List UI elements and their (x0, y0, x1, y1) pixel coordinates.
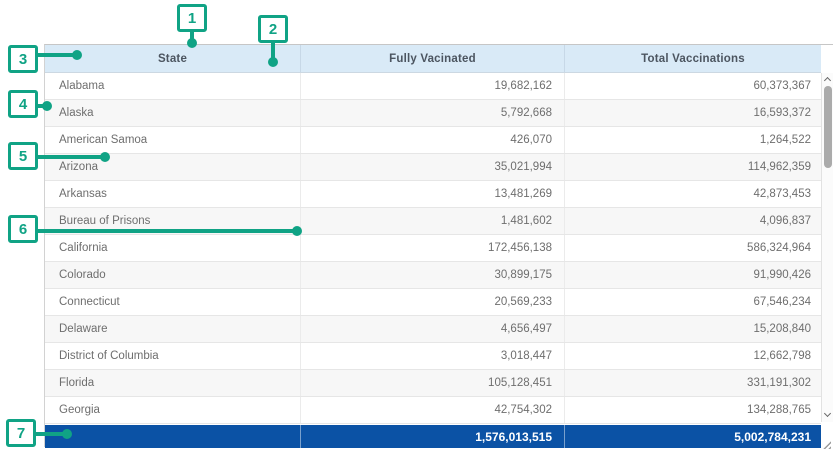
scrollbar-thumb[interactable] (824, 86, 832, 168)
total-vaccinations-cell: 4,096,837 (564, 208, 821, 234)
state-cell: District of Columbia (45, 343, 300, 369)
callout-7-dot (62, 429, 72, 439)
total-vaccinations-cell: 12,662,798 (564, 343, 821, 369)
state-cell: Alabama (45, 73, 300, 99)
callout-4-dot (42, 101, 52, 111)
table-row[interactable]: Connecticut 20,569,233 67,546,234 (45, 289, 821, 316)
column-header-fully-vacinated[interactable]: Fully Vacinated (300, 45, 564, 72)
callout-1: 1 (177, 4, 207, 32)
table-header-row: State Fully Vacinated Total Vaccinations (45, 45, 821, 73)
table-row[interactable]: Alabama 19,682,162 60,373,367 (45, 73, 821, 100)
state-cell: Florida (45, 370, 300, 396)
summary-totals-row: 1,576,013,515 5,002,784,231 (45, 425, 821, 448)
fully-vacinated-cell: 13,481,269 (300, 181, 564, 207)
total-vaccinations-cell: 42,873,453 (564, 181, 821, 207)
fully-vacinated-cell: 172,456,138 (300, 235, 564, 261)
callout-6-dot (292, 226, 302, 236)
table-row[interactable]: Alaska 5,792,668 16,593,372 (45, 100, 821, 127)
table-row[interactable]: Florida 105,128,451 331,191,302 (45, 370, 821, 397)
table-row[interactable]: California 172,456,138 586,324,964 (45, 235, 821, 262)
fully-vacinated-cell: 30,899,175 (300, 262, 564, 288)
callout-6-line (38, 229, 297, 233)
callout-4: 4 (8, 90, 38, 118)
callout-5: 5 (8, 142, 38, 170)
state-cell: Colorado (45, 262, 300, 288)
table-row[interactable]: Arizona 35,021,994 114,962,359 (45, 154, 821, 181)
fully-vacinated-cell: 42,754,302 (300, 397, 564, 423)
summary-fully-vacinated-cell: 1,576,013,515 (300, 425, 564, 448)
total-vaccinations-cell: 67,546,234 (564, 289, 821, 315)
fully-vacinated-cell: 19,682,162 (300, 73, 564, 99)
callout-5-line (38, 155, 105, 159)
table-row[interactable]: Delaware 4,656,497 15,208,840 (45, 316, 821, 343)
column-header-state[interactable]: State (45, 45, 300, 72)
state-cell: Arkansas (45, 181, 300, 207)
fully-vacinated-cell: 5,792,668 (300, 100, 564, 126)
callout-7: 7 (6, 419, 36, 447)
fully-vacinated-cell: 20,569,233 (300, 289, 564, 315)
fully-vacinated-cell: 426,070 (300, 127, 564, 153)
summary-total-vaccinations-cell: 5,002,784,231 (564, 425, 821, 448)
vertical-scrollbar[interactable] (821, 73, 833, 422)
total-vaccinations-cell: 331,191,302 (564, 370, 821, 396)
fully-vacinated-cell: 4,656,497 (300, 316, 564, 342)
state-cell: California (45, 235, 300, 261)
callout-1-dot (187, 38, 197, 48)
total-vaccinations-cell: 91,990,426 (564, 262, 821, 288)
vaccinations-table: State Fully Vacinated Total Vaccinations… (44, 44, 833, 447)
callout-2-dot (268, 57, 278, 67)
state-cell: Georgia (45, 397, 300, 423)
column-header-total-vaccinations[interactable]: Total Vaccinations (564, 45, 821, 72)
callout-3: 3 (8, 45, 38, 73)
total-vaccinations-cell: 134,288,765 (564, 397, 821, 423)
total-vaccinations-cell: 15,208,840 (564, 316, 821, 342)
fully-vacinated-cell: 1,481,602 (300, 208, 564, 234)
total-vaccinations-cell: 586,324,964 (564, 235, 821, 261)
state-cell: Delaware (45, 316, 300, 342)
total-vaccinations-cell: 60,373,367 (564, 73, 821, 99)
fully-vacinated-cell: 35,021,994 (300, 154, 564, 180)
callout-2: 2 (258, 15, 288, 43)
state-cell: American Samoa (45, 127, 300, 153)
table-body: Alabama 19,682,162 60,373,367 Alaska 5,7… (45, 73, 821, 424)
fully-vacinated-cell: 105,128,451 (300, 370, 564, 396)
callout-3-dot (72, 50, 82, 60)
table-row[interactable]: American Samoa 426,070 1,264,522 (45, 127, 821, 154)
fully-vacinated-cell: 3,018,447 (300, 343, 564, 369)
scroll-down-icon[interactable] (824, 410, 831, 417)
table-row[interactable]: Georgia 42,754,302 134,288,765 (45, 397, 821, 424)
total-vaccinations-cell: 16,593,372 (564, 100, 821, 126)
total-vaccinations-cell: 114,962,359 (564, 154, 821, 180)
state-cell: Alaska (45, 100, 300, 126)
scroll-up-icon[interactable] (824, 77, 831, 84)
callout-6: 6 (8, 215, 38, 243)
summary-state-cell (45, 425, 300, 448)
table-row[interactable]: Colorado 30,899,175 91,990,426 (45, 262, 821, 289)
table-row[interactable]: District of Columbia 3,018,447 12,662,79… (45, 343, 821, 370)
table-row[interactable]: Arkansas 13,481,269 42,873,453 (45, 181, 821, 208)
state-cell: Connecticut (45, 289, 300, 315)
callout-5-dot (100, 152, 110, 162)
total-vaccinations-cell: 1,264,522 (564, 127, 821, 153)
